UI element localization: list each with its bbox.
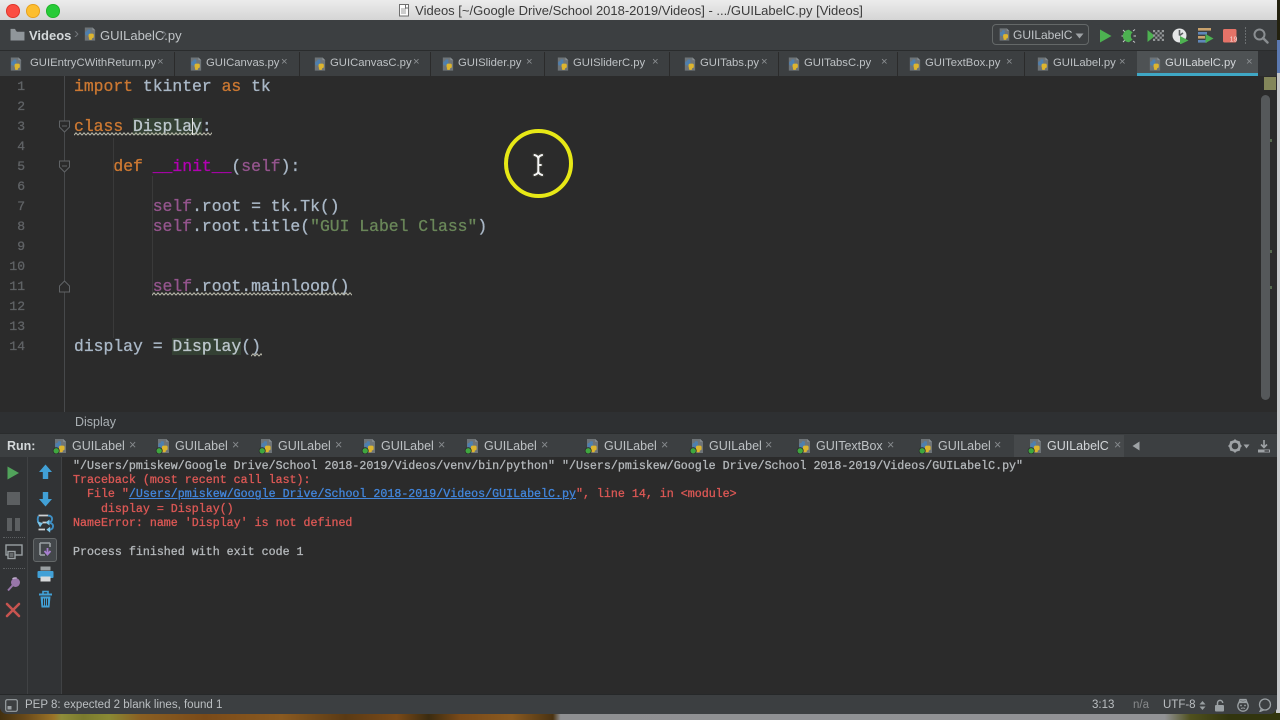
svg-text:19: 19 [1230, 37, 1237, 44]
